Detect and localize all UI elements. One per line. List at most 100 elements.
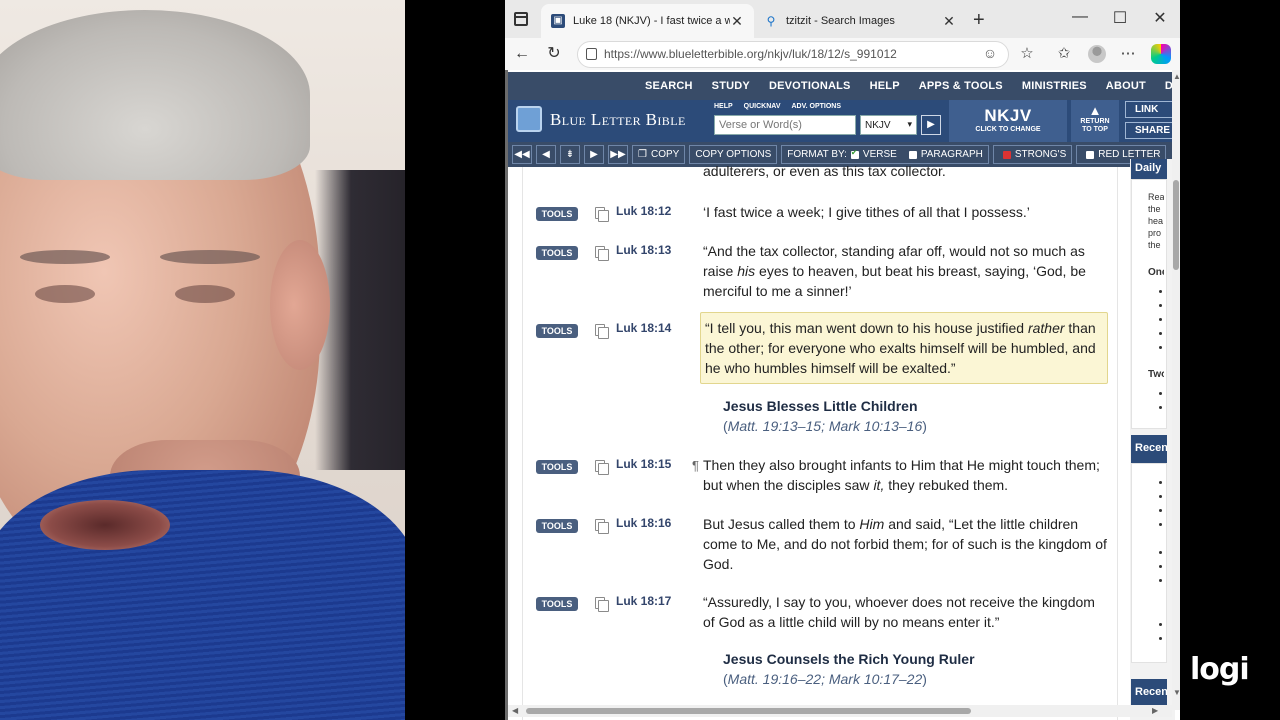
return-to-top-button[interactable]: ▲ RETURN TO TOP [1071,100,1119,142]
bullet [1159,332,1162,335]
parallel-refs-link[interactable]: Matt. 19:16–22; Mark 10:17–22 [728,671,923,687]
copy-verse-icon[interactable] [595,324,609,339]
more-menu-icon[interactable]: ⋯ [1117,43,1139,65]
scroll-right-icon[interactable]: ▶ [1152,706,1158,715]
copy-verse-icon[interactable] [595,460,609,475]
person-eyebrow [160,250,260,264]
verse-ref[interactable]: Luk 18:16 [616,516,671,530]
tab-luke-18[interactable]: ▣ Luke 18 (NKJV) - I fast twice a we ✕ [541,4,754,38]
strongs-checkbox [1002,150,1011,159]
tools-button[interactable]: TOOLS [536,324,578,338]
first-chapter-button[interactable]: ◀◀ [512,145,532,164]
verse-checkbox[interactable] [850,148,859,159]
recent-panel-title[interactable]: Recent [1131,435,1167,463]
scroll-down-icon[interactable]: ▼ [1173,688,1180,697]
strongs-label: STRONG'S [1014,149,1067,160]
back-arrow-icon[interactable]: ← [511,43,533,65]
verse-ref[interactable]: Luk 18:15 [616,457,671,471]
last-chapter-button[interactable]: ▶▶ [608,145,628,164]
help-link[interactable]: HELP [714,103,733,110]
horizontal-scroll-thumb[interactable] [526,708,971,714]
copy-verse-icon[interactable] [595,207,609,222]
nav-ministries[interactable]: MINISTRIES [1022,80,1087,92]
url-input[interactable]: https://www.blueletterbible.org/nkjv/luk… [577,41,1009,68]
blb-favicon-icon: ▣ [551,14,565,28]
adv-options-link[interactable]: ADV. OPTIONS [792,103,842,110]
bullet [1159,579,1162,582]
section-title: Jesus Blesses Little Children [723,398,918,414]
nav-devotionals[interactable]: DEVOTIONALS [769,80,851,92]
quicknav-link[interactable]: QUICKNAV [744,103,781,110]
new-tab-button[interactable]: + [973,9,985,32]
vertical-scroll-thumb[interactable] [1173,180,1179,270]
version-select[interactable]: NKJV [860,115,917,135]
daily-subheading: Two [1148,369,1164,380]
bullet [1159,318,1162,321]
scroll-up-icon[interactable]: ▲ [1173,72,1180,81]
recent-panel-title-2[interactable]: Recent [1131,679,1167,707]
daily-subheading: One [1148,267,1164,278]
copilot-icon[interactable] [1151,44,1171,64]
chapter-menu-button[interactable]: ⇟ [560,145,580,164]
section-heading: Jesus Counsels the Rich Young Ruler (Mat… [723,649,1103,689]
section-title: Jesus Counsels the Rich Young Ruler [723,651,975,667]
blb-logo-icon[interactable] [516,106,542,132]
refresh-icon[interactable]: ↻ [543,43,565,65]
horizontal-scrollbar[interactable]: ◀ ▶ [508,705,1172,717]
copy-verse-icon[interactable] [595,519,609,534]
close-tab-icon[interactable]: ✕ [942,13,956,30]
next-chapter-button[interactable]: ▶ [584,145,604,164]
close-tab-icon[interactable]: ✕ [730,13,744,30]
nav-search[interactable]: SEARCH [645,80,693,92]
nav-help[interactable]: HELP [870,80,900,92]
search-go-button[interactable]: ▶ [921,115,941,135]
verse-ref[interactable]: Luk 18:17 [616,594,671,608]
parallel-refs-link[interactable]: Matt. 19:13–15; Mark 10:13–16 [728,418,923,434]
prev-chapter-button[interactable]: ◀ [536,145,556,164]
daily-text-line: the [1148,204,1161,214]
nav-about[interactable]: ABOUT [1106,80,1146,92]
tab-bar: ▣ Luke 18 (NKJV) - I fast twice a we ✕ ⚲… [505,0,1180,38]
tab-actions-icon[interactable] [514,12,528,26]
nav-apps-tools[interactable]: APPS & TOOLS [919,80,1003,92]
vertical-scrollbar[interactable]: ▲ ▼ [1172,70,1180,710]
copy-verse-icon[interactable] [595,597,609,612]
verse-text: “And the tax collector, standing afar of… [703,241,1107,301]
tools-button[interactable]: TOOLS [536,460,578,474]
lock-icon [586,48,597,60]
maximize-button[interactable]: ☐ [1110,8,1130,28]
search-input[interactable]: Verse or Word(s) [714,115,856,135]
verse-text-part: “I tell you, this man went down to his h… [705,320,1028,336]
verse-text-part: But Jesus called them to [703,516,860,532]
daily-panel-title[interactable]: Daily [1131,159,1167,179]
tools-button[interactable]: TOOLS [536,207,578,221]
verse-italic-word: Him [859,516,885,532]
verse-ref[interactable]: Luk 18:13 [616,243,671,257]
person-eye [175,285,235,303]
tools-button[interactable]: TOOLS [536,597,578,611]
scroll-left-icon[interactable]: ◀ [512,706,518,715]
verse-ref[interactable]: Luk 18:12 [616,204,671,218]
verse-text: But Jesus called them to Him and said, “… [703,514,1107,574]
nav-study[interactable]: STUDY [712,80,750,92]
logi-watermark: logi [1190,652,1250,687]
tools-button[interactable]: TOOLS [536,246,578,260]
version-name: NKJV [984,106,1032,125]
webcam-feed [0,0,405,720]
favorites-icon[interactable]: ✩ [1053,43,1075,65]
copy-verse-icon[interactable] [595,246,609,261]
minimize-button[interactable]: — [1070,8,1090,26]
page-actions-icon[interactable]: ☺ [981,45,999,61]
verse-ref[interactable]: Luk 18:14 [616,321,671,335]
close-window-button[interactable]: ✕ [1150,8,1170,28]
copy-button[interactable]: ❐ COPY [632,145,686,164]
paragraph-checkbox[interactable] [908,150,917,159]
version-change-button[interactable]: NKJV CLICK TO CHANGE [949,100,1067,142]
profile-avatar[interactable] [1088,45,1106,63]
verse-label: VERSE [862,149,897,160]
tools-button[interactable]: TOOLS [536,519,578,533]
site-top-nav: SEARCH STUDY DEVOTIONALS HELP APPS & TOO… [508,72,1180,100]
favorite-star-icon[interactable]: ☆ [1016,43,1038,65]
tab-tzitzit-search[interactable]: ⚲ tzitzit - Search Images ✕ [754,4,966,38]
site-logo-text[interactable]: Blue Letter Bible [550,110,686,130]
